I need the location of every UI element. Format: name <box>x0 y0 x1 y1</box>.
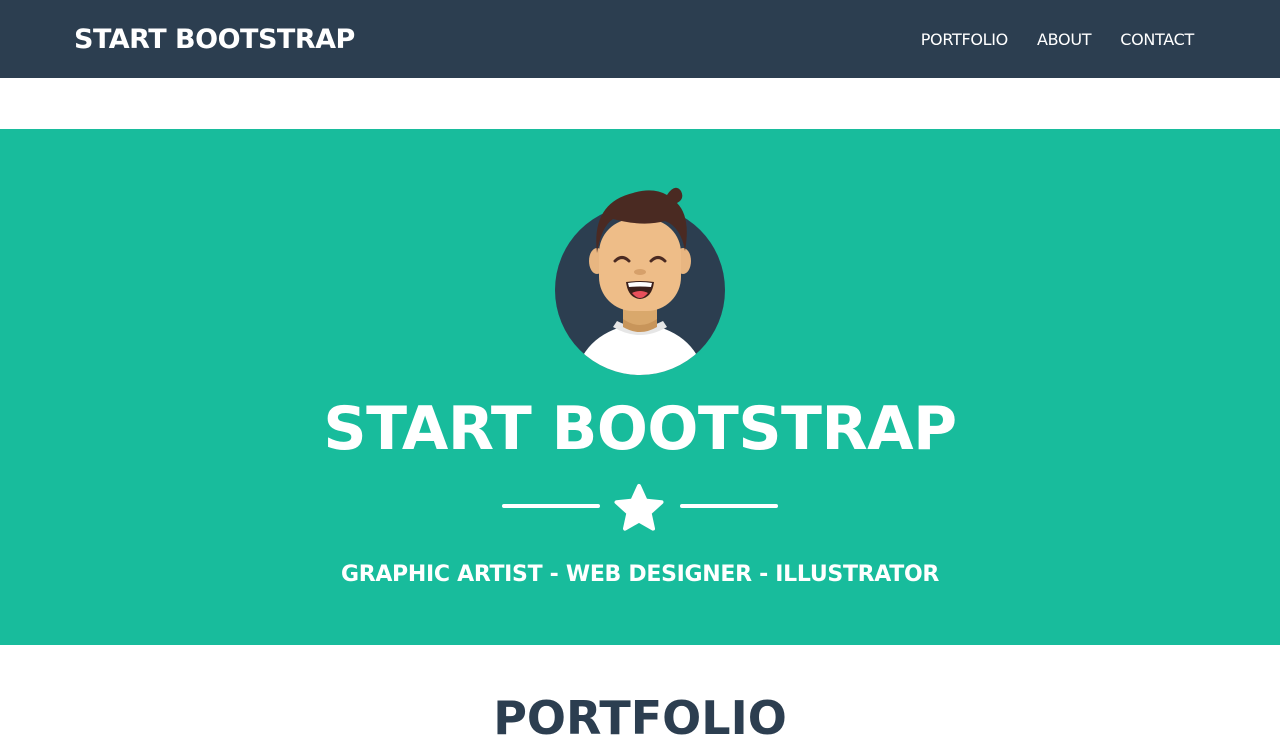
avatar-icon <box>555 187 725 375</box>
masthead: START BOOTSTRAP GRAPHIC ARTIST - WEB DES… <box>0 129 1280 645</box>
nav-link-about[interactable]: ABOUT <box>1037 29 1092 51</box>
divider-line-left <box>502 504 600 508</box>
brand-link[interactable]: START BOOTSTRAP <box>74 22 355 58</box>
divider <box>500 481 780 535</box>
navbar: START BOOTSTRAP PORTFOLIO ABOUT CONTACT <box>0 0 1280 78</box>
star-icon <box>614 484 664 531</box>
divider-line-right <box>680 504 778 508</box>
nav-link-contact[interactable]: CONTACT <box>1120 29 1194 51</box>
hero-title: START BOOTSTRAP <box>323 394 957 464</box>
hero-subtitle: GRAPHIC ARTIST - WEB DESIGNER - ILLUSTRA… <box>340 562 940 587</box>
nav-links: PORTFOLIO ABOUT CONTACT <box>921 29 1195 51</box>
nav-link-portfolio[interactable]: PORTFOLIO <box>921 29 1009 51</box>
portfolio-section-title: PORTFOLIO <box>493 691 787 745</box>
